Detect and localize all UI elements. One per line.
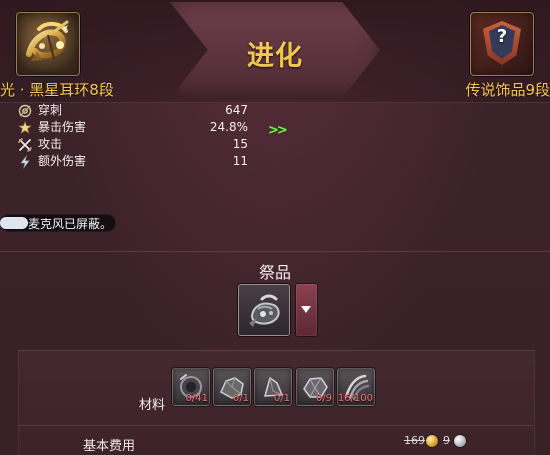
stat-row: 暴击伤害 24.8% (18, 119, 258, 136)
sacrifice-item-icon (249, 294, 280, 327)
silver-cost-value: 9 (443, 434, 450, 447)
material-count: 0/1 (273, 393, 290, 404)
stat-label: 穿刺 (38, 103, 63, 117)
question-mark-icon: ? (496, 26, 508, 47)
material-slot[interactable]: 0/41 (172, 368, 210, 406)
material-slot[interactable]: 0/1 (213, 368, 251, 406)
target-item-slot[interactable]: ? (470, 12, 534, 76)
material-count: 16/100 (337, 393, 373, 404)
silver-coin-icon (454, 435, 466, 447)
sacrifice-item-slot[interactable] (238, 284, 290, 336)
material-slot[interactable]: 0/1 (254, 368, 292, 406)
gold-cost-value: 169 (404, 434, 425, 447)
material-slot[interactable]: 0/9 (296, 368, 334, 406)
source-item-slot[interactable] (16, 12, 80, 76)
materials-label: 材料 (139, 398, 166, 413)
stat-row: 额外伤害 11 (18, 153, 258, 170)
critical-damage-icon (18, 121, 32, 134)
microphone-toggle[interactable] (0, 217, 28, 229)
stat-label: 暴击伤害 (38, 120, 87, 134)
page-title: 进化 (247, 41, 303, 72)
material-count: 0/9 (315, 393, 332, 404)
material-count: 0/41 (185, 393, 208, 404)
stat-row: 穿刺 647 (18, 102, 258, 119)
stat-increase-arrows: >> (268, 123, 288, 138)
stat-value: 11 (232, 154, 248, 168)
sacrifice-label: 祭品 (258, 263, 291, 282)
stat-value: 24.8% (209, 120, 248, 134)
stat-row: 攻击 15 (18, 136, 258, 153)
gold-coin-icon (426, 435, 438, 447)
target-item-name: 传说饰品9段 (465, 81, 550, 99)
sacrifice-dropdown-button[interactable] (296, 284, 317, 336)
stat-label: 额外伤害 (38, 154, 87, 168)
piercing-icon (18, 104, 32, 118)
section-divider (0, 251, 550, 252)
source-item-name: 光 · 黑星耳环8段 (0, 81, 114, 99)
extra-damage-icon (20, 155, 30, 169)
material-slot[interactable]: 16/100 (337, 368, 375, 406)
microphone-notice-text: 麦克风已屏蔽。 (28, 217, 113, 231)
stat-value: 647 (225, 103, 248, 117)
attack-icon (18, 138, 32, 152)
earring-icon (26, 20, 69, 61)
stat-value: 15 (232, 137, 248, 151)
evolution-window: 进化 ? 光 · 黑星耳环8段 传说饰品9段 穿刺 647 暴击伤害 24.8%… (0, 0, 550, 455)
stats-list: 穿刺 647 暴击伤害 24.8% 攻击 15 额外伤害 11 (18, 102, 258, 170)
material-count: 0/1 (232, 393, 249, 404)
triangle-down-icon (301, 306, 311, 313)
microphone-muted-notice: 麦克风已屏蔽。 (0, 214, 116, 232)
base-cost-label: 基本费用 (83, 439, 136, 454)
stat-label: 攻击 (38, 137, 63, 151)
cost-divider (18, 425, 533, 426)
